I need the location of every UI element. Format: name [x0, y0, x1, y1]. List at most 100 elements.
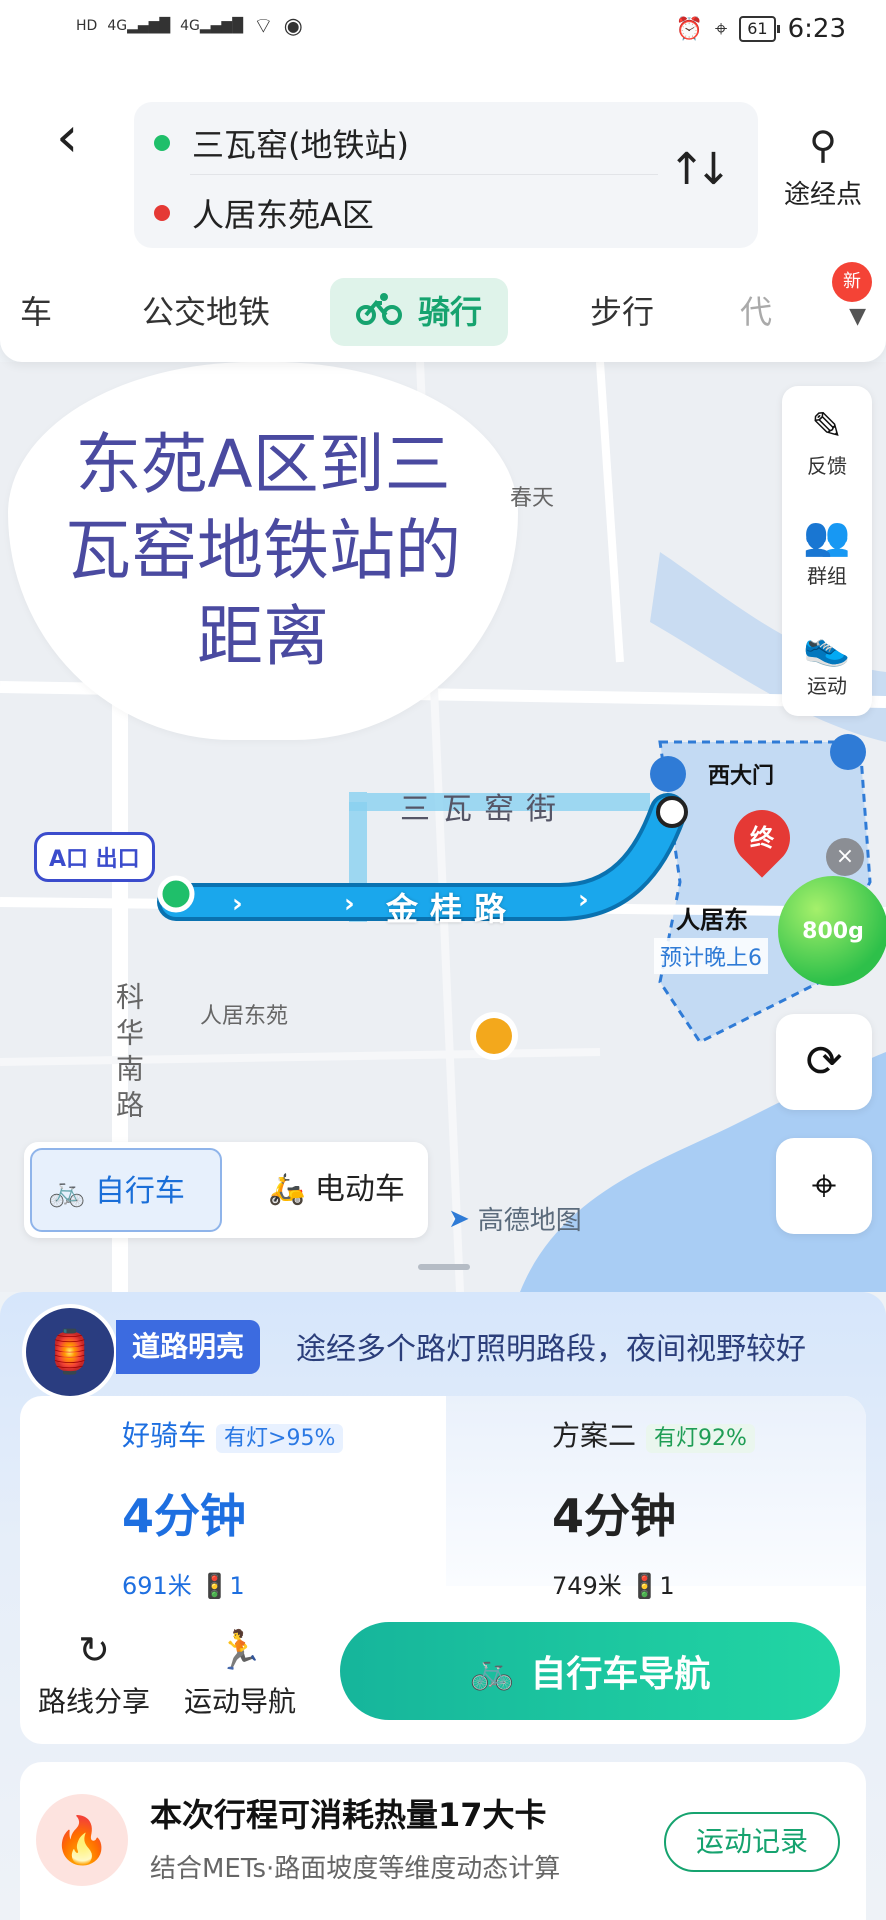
hd-indicator: HD [76, 18, 98, 34]
tab-car[interactable]: 车 [20, 278, 52, 346]
battery-indicator: 61 [739, 16, 781, 42]
destination-field[interactable]: 人居东苑A区 [154, 190, 374, 236]
plan1-distance: 691米 [122, 1572, 192, 1600]
nav-button-label: 自行车导航 [530, 1654, 711, 1695]
map-label-chuntian: 春天 [510, 486, 555, 511]
bicycle-icon: 🚲 [469, 1651, 515, 1692]
locate-button[interactable]: ⌖ [776, 1138, 872, 1234]
end-pin-icon[interactable]: 终 [722, 798, 802, 878]
close-icon[interactable]: × [826, 838, 864, 876]
navigation-arrow-icon: ➤ [448, 1203, 470, 1234]
tab-walking[interactable]: 步行 [590, 278, 654, 346]
share-icon: ↻ [78, 1628, 110, 1672]
end-pin-text: 终 [750, 824, 774, 852]
sport-nav-label: 运动导航 [183, 1685, 296, 1718]
sport-nav-icon: 🏃 [216, 1628, 264, 1672]
flame-icon: 🔥 [36, 1794, 128, 1886]
plan-option-1[interactable]: 好骑车 有灯>95% 4分钟 691米 🚦1 [122, 1414, 344, 1601]
sport-label: 运动 [807, 674, 847, 698]
share-route-label: 路线分享 [37, 1685, 150, 1718]
new-badge: 新 [832, 262, 872, 302]
feedback-button[interactable]: ✎ 反馈 [782, 402, 872, 479]
plan2-tag: 有灯92% [646, 1424, 755, 1453]
west-gate-label: 西大门 [708, 764, 775, 789]
origin-text: 三瓦窑(地铁站) [192, 126, 409, 164]
chevron-down-icon[interactable]: ▼ [849, 304, 866, 329]
feedback-label: 反馈 [807, 454, 847, 478]
eta-label: 预计晚上6 [654, 938, 768, 974]
transport-tabs: 车 公交地铁 骑行 步行 代 新 ▼ [0, 262, 886, 348]
plan2-time: 4分钟 [552, 1489, 677, 1543]
plan1-lights: 1 [229, 1572, 245, 1600]
pen-icon: ✎ [811, 404, 843, 448]
waypoint-label: 途经点 [783, 180, 862, 210]
street-lamp-icon: 🏮 [22, 1304, 118, 1400]
route-sheet: 🏮 道路明亮 途经多个路灯照明路段，夜间视野较好 好骑车 有灯>95% 4分钟 6… [0, 1292, 886, 1920]
sport-record-button[interactable]: 运动记录 [664, 1812, 840, 1872]
group-button[interactable]: 👥 群组 [782, 512, 872, 589]
tab-cycling-label: 骑行 [418, 293, 483, 331]
street-label-jingui: 金桂路 [386, 890, 519, 928]
bicycle-icon [356, 280, 402, 348]
road-bright-desc: 途经多个路灯照明路段，夜间视野较好 [296, 1332, 806, 1367]
route-plans-card: 好骑车 有灯>95% 4分钟 691米 🚦1 方案二 有灯92% 4分钟 749米 … [20, 1396, 866, 1744]
calorie-title: 本次行程可消耗热量17大卡 [150, 1796, 547, 1834]
calorie-subtitle: 结合METs·路面坡度等维度动态计算 [150, 1854, 561, 1884]
destination-map-label: 人居东 [676, 906, 748, 934]
plan-option-2[interactable]: 方案二 有灯92% 4分钟 749米 🚦1 [552, 1414, 755, 1601]
refresh-icon: ⟳ [805, 1036, 843, 1087]
street-label-sanwayao: 三瓦窑街 [400, 792, 568, 827]
amap-logo: ➤ 高德地图 [448, 1200, 582, 1237]
destination-dot-icon [154, 205, 170, 221]
bicycle-icon: 🚲 [48, 1174, 86, 1209]
svg-text:›: › [344, 889, 355, 919]
map-tools-panel: ✎ 反馈 👥 群组 👟 运动 [782, 386, 872, 716]
status-bar: HD 4G▂▄▆█ 4G▂▄▆█ ⌔ ◉ ⏰ ⌖ 61 6:23 [0, 0, 886, 70]
route-divider [190, 174, 658, 175]
sport-nav-button[interactable]: 🏃 运动导航 [170, 1626, 310, 1720]
swap-icon[interactable]: ↑↓ [668, 144, 732, 195]
subway-exit-tag[interactable]: A口 出口 [34, 832, 155, 882]
running-shoe-icon: 👟 [803, 624, 851, 668]
tab-cycling[interactable]: 骑行 [330, 278, 509, 348]
tab-designated-driver[interactable]: 代 [740, 278, 772, 346]
mode-bicycle-label: 自行车 [94, 1174, 185, 1209]
waypoint-button[interactable]: ⚲ 途经点 [778, 126, 868, 211]
traffic-light-icon: 🚦 [199, 1572, 230, 1600]
status-left: HD 4G▂▄▆█ 4G▂▄▆█ ⌔ ◉ [76, 12, 303, 40]
sheet-drag-handle[interactable] [418, 1264, 470, 1270]
start-bike-navigation-button[interactable]: 🚲 自行车导航 [340, 1622, 840, 1720]
share-route-button[interactable]: ↻ 路线分享 [24, 1626, 164, 1720]
destination-text: 人居东苑A区 [192, 196, 374, 234]
crosshair-icon: ⌖ [811, 1160, 837, 1211]
plan2-lights: 1 [659, 1572, 675, 1600]
signal-icon-2: 4G▂▄▆█ [180, 18, 243, 34]
road-bright-tag: 道路明亮 [116, 1320, 261, 1374]
vehicle-mode-switch: 🚲 自行车 🛵 电动车 [24, 1142, 428, 1238]
plan2-name: 方案二 [552, 1419, 637, 1452]
tab-transit[interactable]: 公交地铁 [142, 278, 270, 346]
sport-button[interactable]: 👟 运动 [782, 622, 872, 699]
mode-bicycle[interactable]: 🚲 自行车 [30, 1148, 222, 1232]
svg-text:›: › [232, 889, 243, 919]
plan1-name: 好骑车 [122, 1419, 207, 1452]
map-view[interactable]: › › › 东苑A区到三瓦窑地铁站的距离 春天 人居东苑 科华南路 三瓦窑街 金… [0, 362, 886, 1292]
carbon-ball[interactable]: 800g [778, 876, 886, 986]
wifi-icon: ⌔ [252, 14, 274, 39]
status-time: 6:23 [787, 14, 846, 44]
svg-text:›: › [578, 885, 589, 915]
back-icon[interactable]: ‹ [56, 110, 78, 166]
calorie-card: 🔥 本次行程可消耗热量17大卡 结合METs·路面坡度等维度动态计算 运动记录 [20, 1762, 866, 1920]
origin-dot-icon [154, 135, 170, 151]
mode-ebike-label: 电动车 [314, 1172, 405, 1207]
map-label-renju-dongyuan: 人居东苑 [200, 1004, 289, 1029]
annotation-text: 东苑A区到三瓦窑地铁站的距离 [65, 426, 461, 675]
refresh-route-button[interactable]: ⟳ [776, 1014, 872, 1110]
origin-field[interactable]: 三瓦窑(地铁站) [154, 120, 409, 166]
annotation-bubble: 东苑A区到三瓦窑地铁站的距离 [8, 362, 518, 740]
group-label: 群组 [807, 564, 847, 588]
scooter-icon: 🛵 [268, 1172, 306, 1207]
amap-logo-text: 高德地图 [477, 1206, 582, 1236]
mode-ebike[interactable]: 🛵 电动车 [252, 1148, 421, 1232]
map-label-kehua-nanlu: 科华南路 [112, 982, 145, 1126]
